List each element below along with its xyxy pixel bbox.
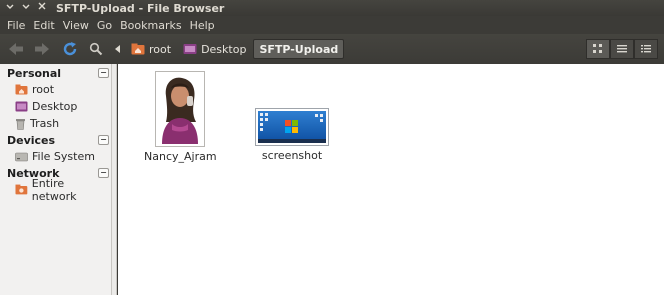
sidebar: Personal − root Desktop Trash Devices − …: [0, 64, 112, 295]
sidebar-item-label: File System: [32, 150, 95, 163]
windows-desktop-icon: [258, 111, 326, 143]
drive-icon: [15, 152, 28, 162]
photo-thumbnail: [155, 71, 206, 147]
list-view-button[interactable]: [610, 39, 634, 59]
toolbar: root Desktop SFTP-Upload: [0, 34, 664, 64]
sidebar-resize-handle[interactable]: [112, 64, 117, 295]
breadcrumb-desktop[interactable]: Desktop: [178, 39, 251, 59]
file-name: screenshot: [261, 149, 323, 162]
refresh-icon: [63, 42, 77, 56]
sidebar-item-trash[interactable]: Trash: [0, 115, 111, 132]
breadcrumb-label: root: [149, 42, 172, 56]
breadcrumb-root[interactable]: root: [126, 39, 176, 59]
forward-button[interactable]: [32, 39, 52, 59]
grid-icon: [593, 44, 602, 53]
close-button[interactable]: [36, 2, 48, 14]
sidebar-item-entire-network[interactable]: Entire network: [0, 177, 111, 203]
breadcrumb-label: Desktop: [201, 42, 247, 56]
back-button[interactable]: [6, 39, 26, 59]
menu-bookmarks[interactable]: Bookmarks: [116, 19, 185, 32]
search-button[interactable]: [86, 39, 106, 59]
sidebar-item-label: Desktop: [32, 100, 78, 113]
file-view: Nancy_Ajram screenshot: [118, 64, 664, 295]
close-icon: [38, 2, 46, 10]
sidebar-section-devices: Devices −: [0, 132, 111, 148]
collapse-personal-button[interactable]: −: [98, 68, 109, 78]
list-icon: [617, 45, 627, 53]
chevron-down-icon: [6, 4, 14, 9]
section-title: Network: [7, 166, 60, 180]
compact-list-icon: [641, 45, 651, 53]
breadcrumb-sftp-upload[interactable]: SFTP-Upload: [253, 39, 345, 59]
section-title: Devices: [7, 133, 56, 147]
menu-bar: File Edit View Go Bookmarks Help: [0, 16, 664, 34]
breadcrumb-label: SFTP-Upload: [259, 42, 339, 56]
maximize-button[interactable]: [20, 2, 32, 14]
file-name: Nancy_Ajram: [144, 150, 217, 163]
trash-icon: [16, 118, 25, 130]
chevron-left-icon: [115, 45, 120, 53]
arrow-right-icon: [35, 43, 49, 55]
sidebar-item-label: root: [32, 83, 55, 96]
search-icon: [89, 42, 103, 56]
window-title: SFTP-Upload - File Browser: [56, 1, 225, 15]
person-photo-icon: [158, 74, 203, 144]
home-folder-icon: [15, 84, 28, 95]
home-folder-icon: [131, 43, 145, 55]
section-title: Personal: [7, 66, 62, 80]
desktop-folder-icon: [15, 101, 28, 112]
title-bar: SFTP-Upload - File Browser: [0, 0, 664, 16]
menu-file[interactable]: File: [3, 19, 29, 32]
desktop-folder-icon: [183, 44, 197, 54]
icon-view-button[interactable]: [586, 39, 610, 59]
file-item-screenshot[interactable]: screenshot: [255, 108, 329, 162]
arrow-left-icon: [9, 43, 23, 55]
chevron-down-icon: [22, 4, 30, 9]
sidebar-item-label: Trash: [30, 117, 60, 130]
network-folder-icon: [15, 184, 28, 195]
sidebar-section-personal: Personal −: [0, 65, 111, 81]
collapse-devices-button[interactable]: −: [98, 135, 109, 145]
menu-view[interactable]: View: [59, 19, 93, 32]
sidebar-item-file-system[interactable]: File System: [0, 148, 111, 165]
breadcrumb-left-arrow[interactable]: [112, 39, 124, 59]
view-mode-group: [586, 39, 658, 59]
screenshot-thumbnail: [255, 108, 329, 146]
file-item-nancy-ajram[interactable]: Nancy_Ajram: [144, 71, 217, 163]
menu-edit[interactable]: Edit: [29, 19, 58, 32]
sidebar-item-root[interactable]: root: [0, 81, 111, 98]
collapse-network-button[interactable]: −: [98, 168, 109, 178]
sidebar-item-desktop[interactable]: Desktop: [0, 98, 111, 115]
menu-help[interactable]: Help: [186, 19, 219, 32]
refresh-button[interactable]: [60, 39, 80, 59]
minimize-button[interactable]: [4, 2, 16, 14]
compact-view-button[interactable]: [634, 39, 658, 59]
sidebar-section-network: Network −: [0, 165, 111, 181]
menu-go[interactable]: Go: [93, 19, 116, 32]
